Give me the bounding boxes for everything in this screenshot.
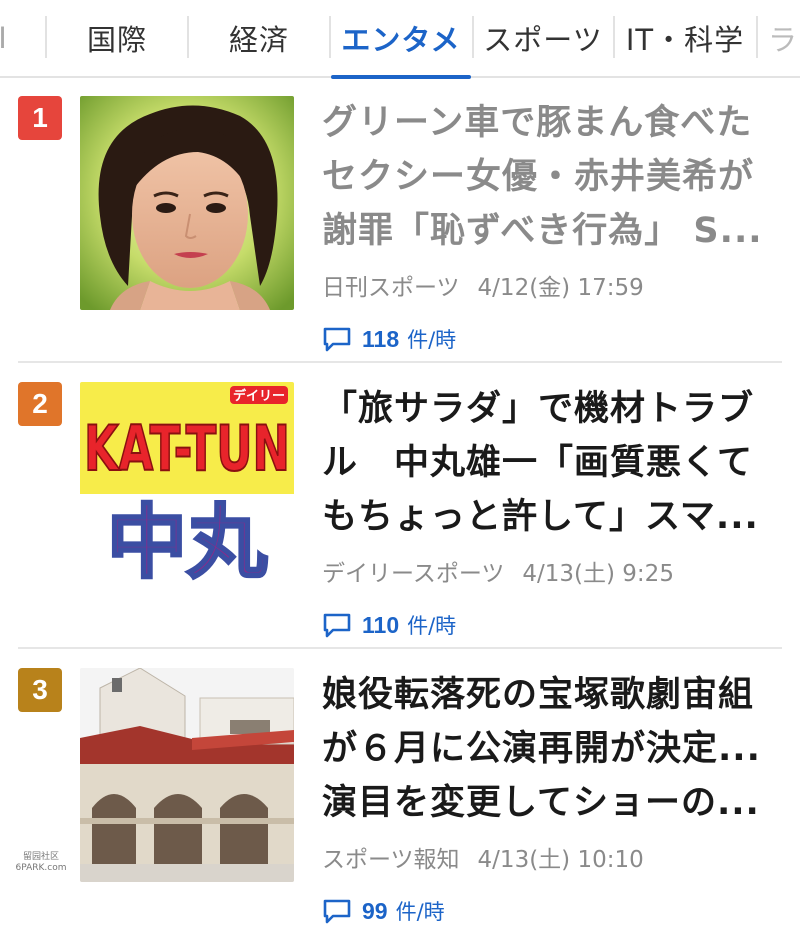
comment-count[interactable]: 99 件/時 bbox=[322, 896, 782, 926]
ranking-item-1[interactable]: 1 グリーン車で豚まん食べたセクシー女優・赤井美希が謝罪「恥ずべき行為」 S..… bbox=[18, 96, 782, 352]
category-tab-bar: I 国際 経済 エンタメ スポーツ IT・科学 ラ bbox=[0, 0, 800, 79]
article-meta: 日刊スポーツ 4/12(金) 17:59 bbox=[322, 268, 782, 302]
comment-count-value: 118 bbox=[362, 325, 400, 352]
thumb-nakamaru-text: 中丸 bbox=[107, 496, 267, 589]
row-divider bbox=[18, 361, 782, 363]
row-divider bbox=[18, 647, 782, 649]
rank-badge: 2 bbox=[18, 382, 62, 426]
comment-count[interactable]: 118 件/時 bbox=[322, 324, 782, 354]
tab-partial-right[interactable]: ラ bbox=[768, 0, 800, 76]
tab-sports[interactable]: スポーツ bbox=[474, 0, 612, 76]
ranking-item-3[interactable]: 3 娘役転落死の宝塚歌劇宙組が６月に公演再開が決定...演目を変更してショーの.… bbox=[18, 668, 782, 924]
comment-bubble-icon bbox=[323, 613, 351, 638]
thumb-kat-tun-text: KAT-TUN bbox=[84, 412, 290, 485]
article-source: デイリースポーツ bbox=[322, 561, 505, 587]
tab-entertainment[interactable]: エンタメ bbox=[331, 0, 471, 79]
article-date: 4/13(土) 9:25 bbox=[522, 561, 674, 587]
comment-count-unit: 件/時 bbox=[407, 328, 457, 352]
article-meta: デイリースポーツ 4/13(土) 9:25 bbox=[322, 554, 782, 588]
tab-partial-left[interactable]: I bbox=[0, 0, 16, 76]
watermark-line1: 留园社区 bbox=[22, 852, 59, 862]
tab-it-science[interactable]: IT・科学 bbox=[615, 0, 755, 76]
article-date: 4/13(土) 10:10 bbox=[477, 847, 644, 873]
ranking-item-2[interactable]: 2 デイリー KAT-TUN 中丸 「旅サラダ」で機材トラブル 中丸雄一「画質悪… bbox=[18, 382, 782, 638]
comment-count[interactable]: 110 件/時 bbox=[322, 610, 782, 640]
article-content: 娘役転落死の宝塚歌劇宙組が６月に公演再開が決定...演目を変更してショーの...… bbox=[322, 668, 782, 926]
article-content: 「旅サラダ」で機材トラブル 中丸雄一「画質悪くてもちょっと許して」スマ... デ… bbox=[322, 382, 782, 640]
thumb-badge-text: デイリー bbox=[233, 388, 285, 404]
theater-building-photo-icon[interactable] bbox=[80, 668, 294, 882]
comment-bubble-icon bbox=[323, 899, 351, 924]
comment-count-unit: 件/時 bbox=[395, 900, 445, 924]
comment-count-unit: 件/時 bbox=[407, 614, 457, 638]
rank-badge: 1 bbox=[18, 96, 62, 140]
tab-international[interactable]: 国際 bbox=[47, 0, 187, 76]
comment-bubble-icon bbox=[323, 327, 351, 352]
article-source: スポーツ報知 bbox=[322, 847, 460, 873]
article-date: 4/12(金) 17:59 bbox=[477, 275, 644, 301]
tab-divider bbox=[756, 16, 758, 58]
article-meta: スポーツ報知 4/13(土) 10:10 bbox=[322, 840, 782, 874]
article-title[interactable]: グリーン車で豚まん食べたセクシー女優・赤井美希が謝罪「恥ずべき行為」 S... bbox=[322, 96, 782, 258]
watermark-line2: 6PARK.com bbox=[15, 863, 67, 873]
comment-count-value: 99 bbox=[362, 897, 388, 924]
article-content: グリーン車で豚まん食べたセクシー女優・赤井美希が謝罪「恥ずべき行為」 S... … bbox=[322, 96, 782, 354]
portrait-photo-icon[interactable] bbox=[80, 96, 294, 310]
rank-badge: 3 bbox=[18, 668, 62, 712]
watermark: 留园社区 6PARK.com bbox=[6, 852, 76, 874]
article-title[interactable]: 「旅サラダ」で機材トラブル 中丸雄一「画質悪くてもちょっと許して」スマ... bbox=[322, 382, 782, 544]
comment-count-value: 110 bbox=[362, 611, 400, 638]
tab-economy[interactable]: 経済 bbox=[189, 0, 329, 76]
article-title[interactable]: 娘役転落死の宝塚歌劇宙組が６月に公演再開が決定...演目を変更してショーの... bbox=[322, 668, 782, 830]
kat-tun-logo-icon[interactable]: デイリー KAT-TUN 中丸 bbox=[80, 382, 294, 596]
article-source: 日刊スポーツ bbox=[322, 275, 460, 301]
